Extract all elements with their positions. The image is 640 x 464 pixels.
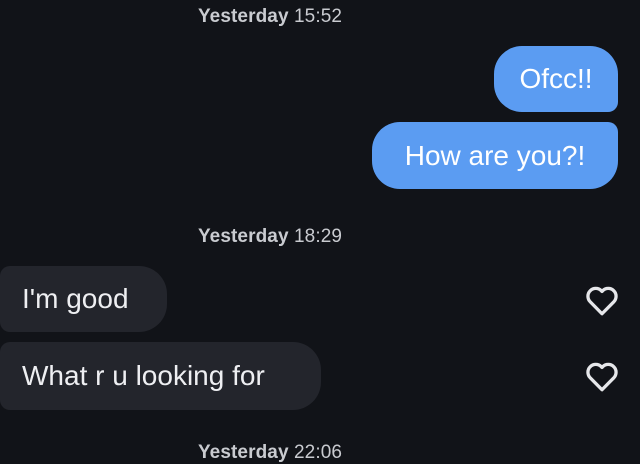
- timestamp-day: Yesterday: [197, 442, 289, 463]
- message-text: What r u looking for: [22, 360, 265, 391]
- timestamp-1: Yesterday 15:52: [0, 6, 540, 28]
- heart-outline-icon[interactable]: [584, 283, 620, 319]
- timestamp-day: Yesterday: [197, 226, 289, 247]
- received-message-bubble[interactable]: What r u looking for: [0, 342, 321, 410]
- timestamp-time: 18:29: [294, 226, 343, 247]
- timestamp-2: Yesterday 18:29: [0, 226, 540, 248]
- timestamp-time: 22:06: [294, 442, 343, 463]
- message-text: Ofcc!!: [519, 63, 593, 94]
- sent-message-bubble[interactable]: Ofcc!!: [494, 46, 618, 112]
- timestamp-day: Yesterday: [197, 6, 289, 27]
- message-text: How are you?!: [404, 139, 586, 171]
- sent-message-bubble[interactable]: How are you?!: [372, 122, 618, 189]
- received-message-bubble[interactable]: I'm good: [0, 266, 167, 332]
- message-text: I'm good: [22, 283, 129, 314]
- timestamp-time: 15:52: [294, 6, 343, 27]
- heart-outline-icon[interactable]: [584, 359, 620, 395]
